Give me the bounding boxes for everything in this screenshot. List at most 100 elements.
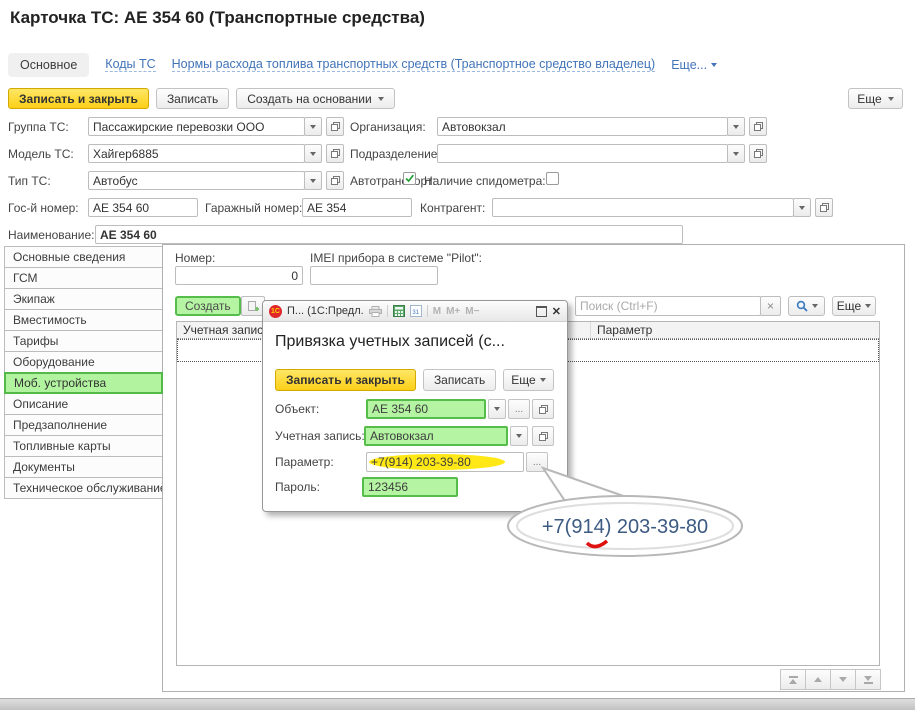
group-ts-open-button[interactable] <box>326 117 344 136</box>
open-window-icon <box>753 148 764 159</box>
type-ts-dropdown-button[interactable] <box>304 171 322 190</box>
sidebar-item-prefill[interactable]: Предзаполнение <box>4 414 163 436</box>
tab-more-menu[interactable]: Еще... <box>671 58 717 72</box>
close-icon[interactable]: ✕ <box>552 305 561 318</box>
go-previous-button[interactable] <box>805 669 831 690</box>
group-ts-dropdown-button[interactable] <box>304 117 322 136</box>
search-input[interactable] <box>575 296 761 316</box>
memory-button[interactable]: M <box>433 306 441 317</box>
organization-dropdown-button[interactable] <box>727 117 745 136</box>
chevron-down-icon <box>799 206 805 210</box>
calendar-icon[interactable]: 31 <box>410 305 422 317</box>
department-input[interactable] <box>437 144 728 163</box>
number-input[interactable] <box>175 266 303 285</box>
department-open-button[interactable] <box>749 144 767 163</box>
contractor-dropdown-button[interactable] <box>793 198 811 217</box>
auto-transport-checkbox[interactable] <box>403 172 416 185</box>
password-input[interactable]: 123456 <box>362 477 458 497</box>
save-and-close-button[interactable]: Записать и закрыть <box>8 88 149 109</box>
type-ts-input[interactable] <box>88 171 305 190</box>
model-ts-input[interactable] <box>88 144 305 163</box>
organization-input[interactable] <box>437 117 728 136</box>
imei-input[interactable] <box>310 266 438 285</box>
open-window-icon <box>538 404 549 415</box>
model-ts-open-button[interactable] <box>326 144 344 163</box>
imei-label: IMEI прибора в системе "Pilot": <box>310 251 482 265</box>
sidebar-item-equipment[interactable]: Оборудование <box>4 351 163 373</box>
memory-plus-button[interactable]: M+ <box>446 306 460 317</box>
object-open-button[interactable] <box>532 399 554 419</box>
go-first-button[interactable] <box>780 669 806 690</box>
sidebar-item-capacity[interactable]: Вместимость <box>4 309 163 331</box>
group-ts-input[interactable] <box>88 117 305 136</box>
chevron-down-icon <box>310 125 316 129</box>
save-button[interactable]: Записать <box>156 88 229 109</box>
sidebar-item-maintenance[interactable]: Техническое обслуживание <box>4 477 163 499</box>
memory-minus-button[interactable]: M− <box>465 306 479 317</box>
search-button[interactable] <box>788 296 825 316</box>
calculator-icon[interactable] <box>393 305 405 317</box>
sidebar-item-tariffs[interactable]: Тарифы <box>4 330 163 352</box>
object-choose-button[interactable]: ... <box>508 399 530 419</box>
dialog-save-button[interactable]: Записать <box>423 369 496 391</box>
dialog-save-close-button[interactable]: Записать и закрыть <box>275 369 416 391</box>
speedometer-label: Наличие спидометра: <box>424 174 546 188</box>
form-more-button[interactable]: Еще <box>848 88 903 109</box>
triangle-down-icon <box>839 677 847 682</box>
create-based-on-button[interactable]: Создать на основании <box>236 88 395 109</box>
search-icon <box>796 300 808 312</box>
open-window-icon <box>753 121 764 132</box>
object-dropdown-button[interactable] <box>488 399 506 419</box>
garage-number-input[interactable] <box>302 198 412 217</box>
sidebar-item-documents[interactable]: Документы <box>4 456 163 478</box>
maximize-icon[interactable] <box>536 306 547 317</box>
list-more-button[interactable]: Еще <box>832 296 876 316</box>
go-last-icon <box>864 682 873 684</box>
sidebar-item-mobile-devices[interactable]: Моб. устройства <box>4 372 163 394</box>
chevron-down-icon <box>812 304 818 308</box>
model-ts-dropdown-button[interactable] <box>304 144 322 163</box>
dialog-titlebar[interactable]: 1С П... (1С:Предл. 31 M M+ M− ✕ <box>263 301 567 322</box>
account-open-button[interactable] <box>532 426 554 446</box>
chevron-down-icon <box>733 152 739 156</box>
account-input[interactable]: Автовокзал <box>364 426 508 446</box>
sidebar-item-main-info[interactable]: Основные сведения <box>4 246 163 268</box>
dialog-heading: Привязка учетных записей (с... <box>275 333 505 351</box>
object-input[interactable]: АЕ 354 60 <box>366 399 486 419</box>
printer-icon[interactable] <box>369 306 382 317</box>
sidebar-item-description[interactable]: Описание <box>4 393 163 415</box>
search-clear-button[interactable]: × <box>760 296 781 316</box>
column-header-parameter[interactable]: Параметр <box>590 322 879 338</box>
chevron-down-icon <box>310 152 316 156</box>
go-last-button[interactable] <box>855 669 881 690</box>
contractor-input[interactable] <box>492 198 794 217</box>
password-label: Пароль: <box>275 480 320 494</box>
sidebar-item-fuel-cards[interactable]: Топливные карты <box>4 435 163 457</box>
tab-link-fuel-norms[interactable]: Нормы расхода топлива транспортных средс… <box>172 57 656 72</box>
gos-number-label: Гос-й номер: <box>8 201 79 215</box>
auto-transport-label: Автотранспорт: <box>350 174 436 188</box>
checkmark-icon <box>404 172 415 185</box>
department-dropdown-button[interactable] <box>727 144 745 163</box>
organization-open-button[interactable] <box>749 117 767 136</box>
tab-more-label: Еще... <box>671 58 707 72</box>
sidebar-item-gsm[interactable]: ГСМ <box>4 267 163 289</box>
open-window-icon <box>330 148 341 159</box>
type-ts-open-button[interactable] <box>326 171 344 190</box>
name-input[interactable] <box>95 225 683 244</box>
tab-main[interactable]: Основное <box>8 53 89 77</box>
open-window-icon <box>538 431 549 442</box>
tab-link-codes[interactable]: Коды ТС <box>105 57 155 72</box>
dialog-title: П... (1С:Предл. <box>287 305 364 317</box>
open-window-icon <box>330 121 341 132</box>
sidebar-item-crew[interactable]: Экипаж <box>4 288 163 310</box>
create-button[interactable]: Создать <box>175 296 241 316</box>
speedometer-checkbox[interactable] <box>546 172 559 185</box>
go-next-button[interactable] <box>830 669 856 690</box>
form-more-label: Еще <box>857 92 881 106</box>
contractor-open-button[interactable] <box>815 198 833 217</box>
open-window-icon <box>819 202 830 213</box>
account-dropdown-button[interactable] <box>510 426 528 446</box>
gos-number-input[interactable] <box>88 198 198 217</box>
dialog-more-button[interactable]: Еще <box>503 369 553 391</box>
